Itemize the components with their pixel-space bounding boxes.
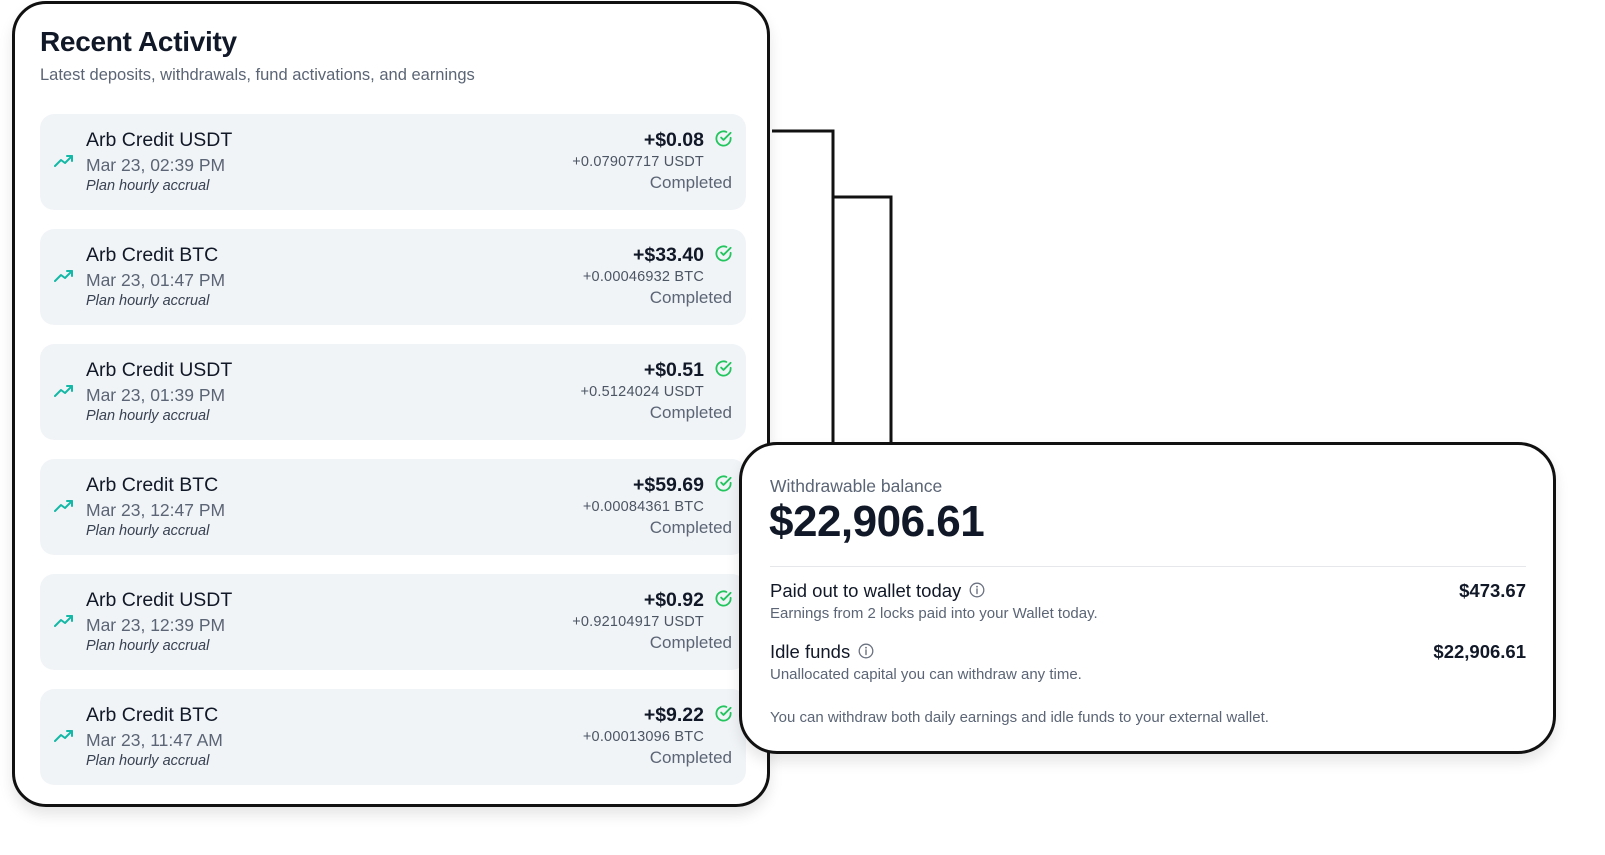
activity-row-status: Completed [649, 633, 732, 652]
activity-row-note: Plan hourly accrual [86, 523, 210, 539]
activity-row-status: Completed [649, 518, 732, 537]
paid-out-today-heading: Paid out to wallet today [770, 580, 985, 602]
activity-list: Arb Credit USDT Mar 23, 02:39 PM Plan ho… [40, 114, 746, 804]
activity-row-status: Completed [649, 173, 732, 192]
connector-line-inner [833, 195, 893, 443]
activity-row-title: Arb Credit BTC [86, 244, 219, 266]
activity-row-note: Plan hourly accrual [86, 408, 210, 424]
activity-row[interactable]: Arb Credit BTC Mar 23, 01:47 PM Plan hou… [40, 229, 746, 325]
activity-row[interactable]: Arb Credit BTC Mar 23, 11:47 AM Plan hou… [40, 689, 746, 785]
activity-row-date: Mar 23, 12:39 PM [86, 615, 226, 635]
activity-row-note: Plan hourly accrual [86, 638, 210, 654]
paid-out-today-title: Paid out to wallet today [770, 580, 962, 601]
check-circle-icon [715, 475, 732, 492]
check-circle-icon [715, 130, 732, 147]
balance-label: Withdrawable balance [770, 476, 943, 496]
idle-funds-description: Unallocated capital you can withdraw any… [770, 666, 1082, 683]
check-circle-icon [715, 705, 732, 722]
divider [770, 566, 1526, 567]
activity-row-title: Arb Credit USDT [86, 129, 233, 151]
activity-row-amount: +$0.51 [643, 359, 704, 381]
activity-row-status: Completed [649, 748, 732, 767]
idle-funds-heading: Idle funds [770, 641, 874, 663]
activity-row[interactable]: Arb Credit USDT Mar 23, 01:39 PM Plan ho… [40, 344, 746, 440]
activity-row[interactable]: Arb Credit USDT Mar 23, 02:39 PM Plan ho… [40, 114, 746, 210]
paid-out-today-value: $473.67 [1459, 580, 1526, 601]
trending-up-icon [54, 730, 73, 742]
check-circle-icon [715, 360, 732, 377]
info-icon[interactable] [858, 643, 874, 659]
trending-up-icon [54, 270, 73, 282]
activity-row-title: Arb Credit USDT [86, 589, 233, 611]
activity-row-amount: +$9.22 [643, 704, 704, 726]
activity-row-date: Mar 23, 01:39 PM [86, 385, 226, 405]
screen: Recent Activity Latest deposits, withdra… [0, 0, 1605, 855]
activity-row-title: Arb Credit BTC [86, 704, 219, 726]
idle-funds-item: Idle funds $22,906.61 Unallocated capita… [770, 641, 1526, 691]
activity-row-crypto-amount: +0.00084361 BTC [582, 499, 704, 515]
activity-row-title: Arb Credit BTC [86, 474, 219, 496]
activity-row-title: Arb Credit USDT [86, 359, 233, 381]
activity-row-crypto-amount: +0.00046932 BTC [582, 269, 704, 285]
activity-row-crypto-amount: +0.07907717 USDT [572, 154, 704, 170]
activity-row-crypto-amount: +0.5124024 USDT [580, 384, 704, 400]
activity-row-crypto-amount: +0.00013096 BTC [582, 729, 704, 745]
activity-row-date: Mar 23, 12:47 PM [86, 500, 226, 520]
activity-row-note: Plan hourly accrual [86, 293, 210, 309]
paid-out-today-description: Earnings from 2 locks paid into your Wal… [770, 605, 1098, 622]
idle-funds-title: Idle funds [770, 641, 851, 662]
trending-up-icon [54, 155, 73, 167]
activity-row-status: Completed [649, 288, 732, 307]
activity-row-note: Plan hourly accrual [86, 178, 210, 194]
activity-row-amount: +$0.92 [643, 589, 704, 611]
activity-row-crypto-amount: +0.92104917 USDT [572, 614, 704, 630]
check-circle-icon [715, 245, 732, 262]
trending-up-icon [54, 615, 73, 627]
activity-row-amount: +$59.69 [632, 474, 704, 496]
connector-line-outer [772, 129, 835, 443]
balance-footnote: You can withdraw both daily earnings and… [770, 709, 1269, 726]
balance-value: $22,906.61 [769, 497, 985, 546]
activity-row[interactable]: Arb Credit USDT Mar 23, 12:39 PM Plan ho… [40, 574, 746, 670]
activity-row-date: Mar 23, 11:47 AM [86, 730, 223, 750]
trending-up-icon [54, 500, 73, 512]
idle-funds-value: $22,906.61 [1433, 641, 1526, 662]
withdrawable-balance-card: Withdrawable balance $22,906.61 Paid out… [739, 442, 1556, 754]
activity-row-status: Completed [649, 403, 732, 422]
activity-row-amount: +$0.08 [643, 129, 704, 151]
activity-row-date: Mar 23, 02:39 PM [86, 155, 226, 175]
activity-row[interactable]: Arb Credit BTC Mar 23, 12:47 PM Plan hou… [40, 459, 746, 555]
activity-title: Recent Activity [40, 26, 237, 57]
check-circle-icon [715, 590, 732, 607]
activity-row-amount: +$33.40 [632, 244, 704, 266]
recent-activity-card: Recent Activity Latest deposits, withdra… [12, 1, 770, 807]
info-icon[interactable] [969, 582, 985, 598]
paid-out-today-item: Paid out to wallet today $473.67 Earning… [770, 580, 1526, 630]
activity-row-date: Mar 23, 01:47 PM [86, 270, 226, 290]
activity-row-note: Plan hourly accrual [86, 753, 210, 769]
trending-up-icon [54, 385, 73, 397]
activity-subtitle: Latest deposits, withdrawals, fund activ… [40, 66, 475, 84]
